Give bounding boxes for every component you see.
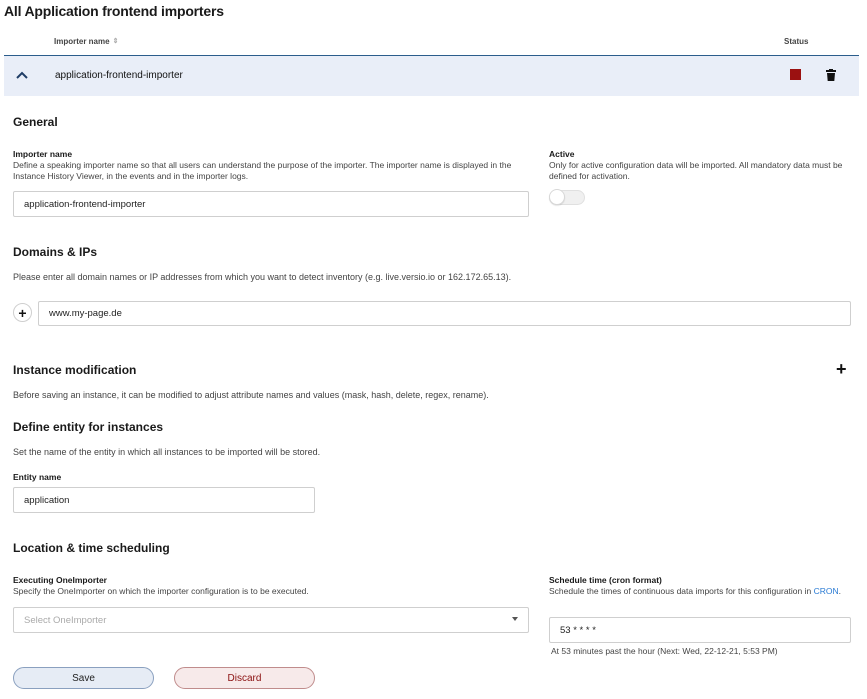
active-toggle-knob[interactable] xyxy=(549,189,565,205)
domains-description: Please enter all domain names or IP addr… xyxy=(13,272,512,282)
schedule-time-hint: At 53 minutes past the hour (Next: Wed, … xyxy=(551,646,778,656)
schedule-time-description-period: . xyxy=(838,586,842,596)
section-title-scheduling: Location & time scheduling xyxy=(13,541,170,555)
column-header-importer-name[interactable]: Importer name ⇕ xyxy=(54,37,118,46)
schedule-time-description-text: Schedule the times of continuous data im… xyxy=(549,586,812,596)
section-title-instance-modification: Instance modification xyxy=(13,363,137,377)
schedule-time-description: Schedule the times of continuous data im… xyxy=(549,586,849,597)
active-description: Only for active configuration data will … xyxy=(549,160,843,181)
instance-modification-description: Before saving an instance, it can be mod… xyxy=(13,390,489,400)
oneimporter-select[interactable]: Select OneImporter xyxy=(13,607,529,633)
plus-icon[interactable]: + xyxy=(13,303,32,322)
section-title-domains: Domains & IPs xyxy=(13,245,98,259)
entity-description: Set the name of the entity in which all … xyxy=(13,447,321,457)
section-title-entity: Define entity for instances xyxy=(13,420,164,434)
save-button[interactable]: Save xyxy=(13,667,154,689)
schedule-time-input[interactable]: 53 * * * * xyxy=(549,617,851,643)
importer-row-name: application-frontend-importer xyxy=(55,70,183,81)
discard-button[interactable]: Discard xyxy=(174,667,315,689)
active-label: Active xyxy=(549,149,575,159)
sort-icon: ⇕ xyxy=(112,38,119,45)
schedule-time-label: Schedule time (cron format) xyxy=(549,575,662,585)
entity-name-label: Entity name xyxy=(13,472,62,482)
cron-link[interactable]: CRON xyxy=(814,586,839,596)
domain-input[interactable]: www.my-page.de xyxy=(38,301,851,326)
importer-name-input[interactable]: application-frontend-importer xyxy=(13,191,529,217)
executing-oneimporter-label: Executing OneImporter xyxy=(13,575,107,585)
importer-name-description: Define a speaking importer name so that … xyxy=(13,160,512,181)
executing-oneimporter-description: Specify the OneImporter on which the imp… xyxy=(13,586,309,596)
entity-name-input[interactable]: application xyxy=(13,487,315,513)
trash-icon[interactable] xyxy=(826,68,836,81)
importer-name-label: Importer name xyxy=(13,149,73,159)
plus-icon[interactable]: + xyxy=(836,360,847,378)
column-header-label: Importer name xyxy=(54,37,110,46)
oneimporter-select-placeholder: Select OneImporter xyxy=(24,614,107,626)
caret-down-icon xyxy=(512,617,518,621)
section-title-general: General xyxy=(13,115,58,129)
column-header-status: Status xyxy=(784,37,809,46)
stop-square-icon[interactable] xyxy=(790,69,801,80)
chevron-up-icon[interactable] xyxy=(15,68,29,82)
page-title: All Application frontend importers xyxy=(4,3,224,19)
